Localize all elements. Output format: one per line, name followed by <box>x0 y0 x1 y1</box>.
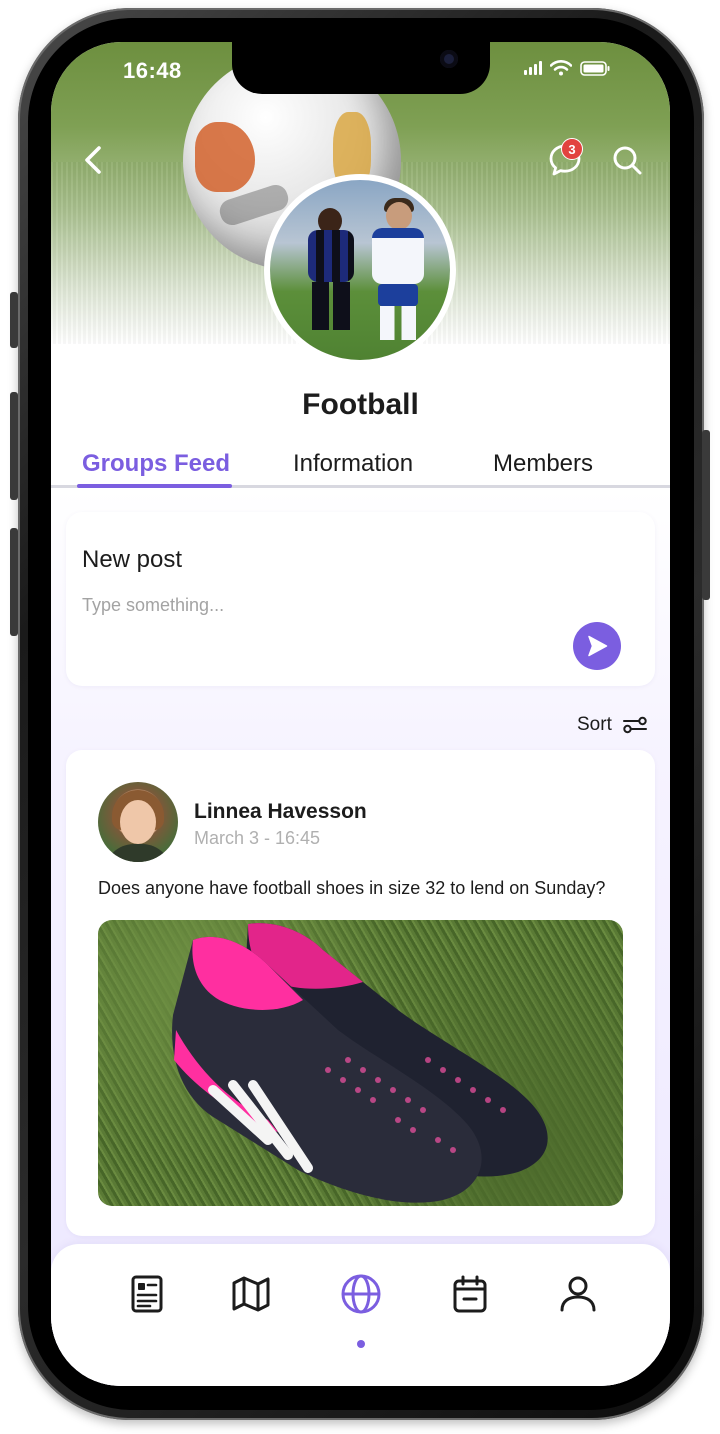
chevron-left-icon <box>85 146 101 174</box>
post-image[interactable] <box>98 920 623 1206</box>
post-text: Does anyone have football shoes in size … <box>98 878 606 898</box>
cellular-signal-icon <box>524 61 542 75</box>
status-bar: 16:48 <box>51 42 670 98</box>
status-icons <box>524 60 610 76</box>
tab-members[interactable]: Members <box>493 450 593 478</box>
send-post-button[interactable] <box>573 622 621 670</box>
search-icon <box>613 146 642 175</box>
map-icon <box>232 1276 270 1312</box>
active-tab-indicator <box>77 484 232 488</box>
group-title: Football <box>302 388 419 421</box>
post-timestamp: March 3 - 16:45 <box>194 828 321 848</box>
nav-map[interactable] <box>227 1270 275 1318</box>
send-icon <box>588 635 608 657</box>
silent-switch <box>10 292 18 348</box>
tab-groups-feed[interactable]: Groups Feed <box>82 450 230 478</box>
nav-profile[interactable] <box>554 1270 602 1318</box>
search-button[interactable] <box>607 140 647 180</box>
volume-down-button <box>10 528 18 636</box>
profile-icon <box>560 1276 596 1312</box>
group-avatar-photo <box>270 180 450 360</box>
calendar-icon <box>453 1275 487 1313</box>
tab-information[interactable]: Information <box>293 450 413 478</box>
wifi-icon <box>550 60 572 76</box>
volume-up-button <box>10 392 18 500</box>
nav-groups[interactable] <box>337 1270 385 1318</box>
front-camera <box>440 50 458 68</box>
new-post-input[interactable] <box>82 590 522 620</box>
football-boots-image <box>172 923 548 1203</box>
group-avatar <box>264 174 456 366</box>
post-card[interactable]: Linnea Havesson March 3 - 16:45 Does any… <box>66 750 655 1236</box>
post-author-name[interactable]: Linnea Havesson <box>194 800 367 824</box>
power-button <box>702 430 710 600</box>
sort-button[interactable]: Sort <box>577 714 648 736</box>
new-post-card: New post <box>66 512 655 686</box>
active-nav-indicator <box>357 1340 365 1348</box>
globe-icon <box>341 1274 381 1314</box>
sort-filter-icon <box>622 716 647 734</box>
nav-news[interactable] <box>123 1270 171 1318</box>
nav-calendar[interactable] <box>446 1270 494 1318</box>
notch <box>232 42 490 94</box>
notification-badge: 3 <box>561 138 583 160</box>
new-post-title: New post <box>82 546 183 573</box>
sort-label: Sort <box>577 714 612 735</box>
bottom-navigation <box>51 1244 670 1386</box>
battery-icon <box>580 60 610 76</box>
back-button[interactable] <box>75 140 111 180</box>
app-screen: 16:48 3 Football Groups Feed Information… <box>51 42 670 1386</box>
status-time: 16:48 <box>123 58 182 83</box>
news-icon <box>131 1275 163 1313</box>
group-tabs: Groups Feed Information Members <box>51 446 670 488</box>
author-avatar[interactable] <box>98 782 178 862</box>
